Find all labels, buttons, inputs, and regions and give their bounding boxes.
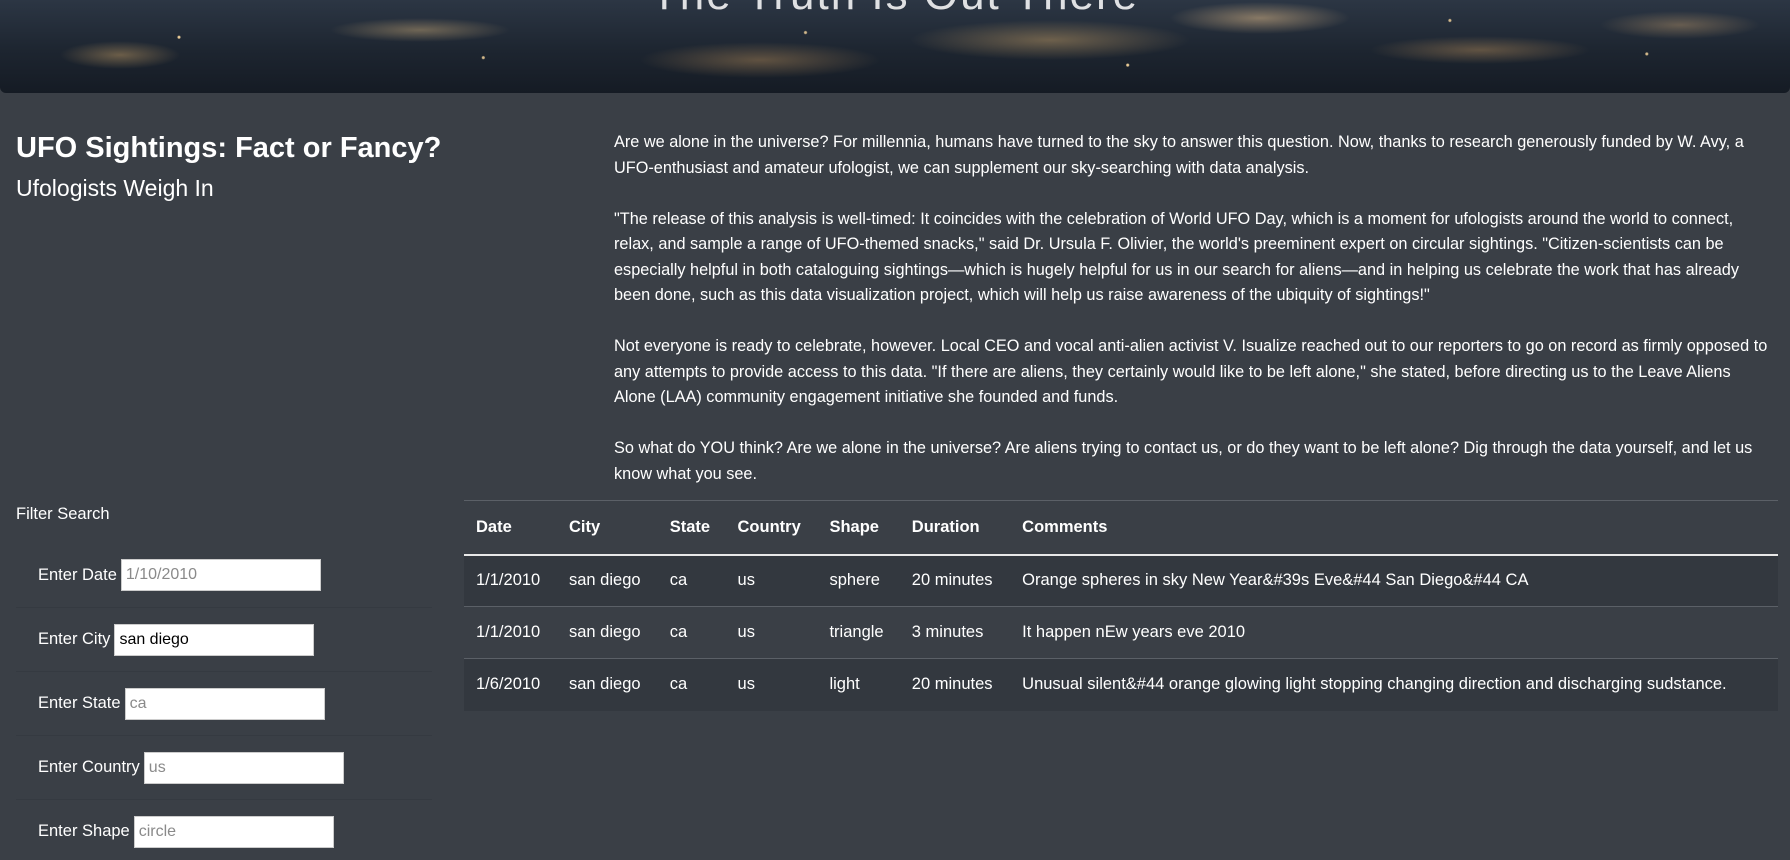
cell-date: 1/1/2010 [476, 623, 541, 641]
cell-comments: It happen nEw years eve 2010 [1022, 623, 1246, 641]
column-header-shape: Shape [817, 500, 900, 556]
cell-date: 1/6/2010 [476, 675, 541, 694]
ufo-sightings-table: Date City State Country Shape Duration C… [464, 500, 1778, 711]
city-input[interactable] [114, 623, 315, 656]
article-paragraph: Not everyone is ready to celebrate, howe… [614, 337, 1768, 406]
cell-date: 1/1/2010 [476, 571, 541, 590]
column-header-city: City [556, 500, 658, 556]
country-label: Enter Country [38, 758, 140, 776]
filter-row-country: Enter Country [16, 735, 432, 799]
date-label: Enter Date [38, 565, 117, 584]
table-row: 1/6/2010 san diego ca us light 20 minute… [464, 658, 1778, 711]
cell-duration: 20 minutes [911, 675, 993, 694]
state-label: Enter State [38, 694, 121, 712]
hero-title: The Truth Is Out There [0, 0, 1790, 20]
city-label: Enter City [38, 630, 111, 648]
cell-shape: triangle [829, 623, 884, 641]
filter-row-shape: Enter Shape [16, 799, 432, 860]
cell-duration: 20 minutes [911, 571, 993, 590]
article-paragraph: So what do YOU think? Are we alone in th… [614, 439, 1753, 483]
article-body: Are we alone in the universe? For millen… [614, 130, 1774, 513]
cell-shape: light [829, 675, 860, 694]
cell-comments: Orange spheres in sky New Year&#39s Eve&… [1022, 571, 1529, 590]
cell-shape: sphere [829, 571, 880, 590]
cell-state: ca [669, 675, 688, 694]
cell-comments: Unusual silent&#44 orange glowing light … [1022, 675, 1727, 694]
page-title: UFO Sightings: Fact or Fancy? Ufologists… [16, 128, 536, 207]
table-header-row: Date City State Country Shape Duration C… [464, 500, 1778, 556]
date-input[interactable] [120, 559, 321, 591]
cell-country: us [737, 571, 755, 590]
cell-city: san diego [568, 623, 641, 641]
filter-row-city: Enter City [16, 607, 432, 671]
column-header-country: Country [725, 500, 818, 556]
country-input[interactable] [143, 751, 344, 784]
filter-panel: Enter Date Enter City Enter State Enter … [16, 543, 432, 860]
column-header-duration: Duration [899, 500, 1011, 556]
column-header-date: Date [464, 500, 557, 556]
article-paragraph: "The release of this analysis is well-ti… [614, 209, 1739, 305]
shape-label: Enter Shape [38, 822, 130, 840]
cell-state: ca [669, 571, 688, 590]
filter-search-title: Filter Search [16, 505, 110, 523]
page-title-sub: Ufologists Weigh In [16, 175, 214, 201]
article-paragraph: Are we alone in the universe? For millen… [614, 133, 1744, 177]
hero-banner: The Truth Is Out There [0, 0, 1790, 93]
cell-state: ca [669, 623, 688, 641]
cell-country: us [737, 675, 755, 694]
cell-country: us [737, 623, 755, 641]
table-row: 1/1/2010 san diego ca us sphere 20 minut… [464, 554, 1778, 607]
state-input[interactable] [124, 687, 325, 720]
column-header-comments: Comments [1010, 500, 1778, 556]
filter-row-date: Enter Date [16, 543, 432, 607]
page-title-main: UFO Sightings: Fact or Fancy? [16, 132, 442, 164]
filter-row-state: Enter State [16, 671, 432, 735]
cell-city: san diego [568, 675, 641, 694]
column-header-state: State [657, 500, 726, 556]
cell-duration: 3 minutes [911, 623, 984, 641]
cell-city: san diego [568, 571, 641, 590]
table-row: 1/1/2010 san diego ca us triangle 3 minu… [464, 606, 1778, 659]
shape-input[interactable] [133, 815, 334, 848]
